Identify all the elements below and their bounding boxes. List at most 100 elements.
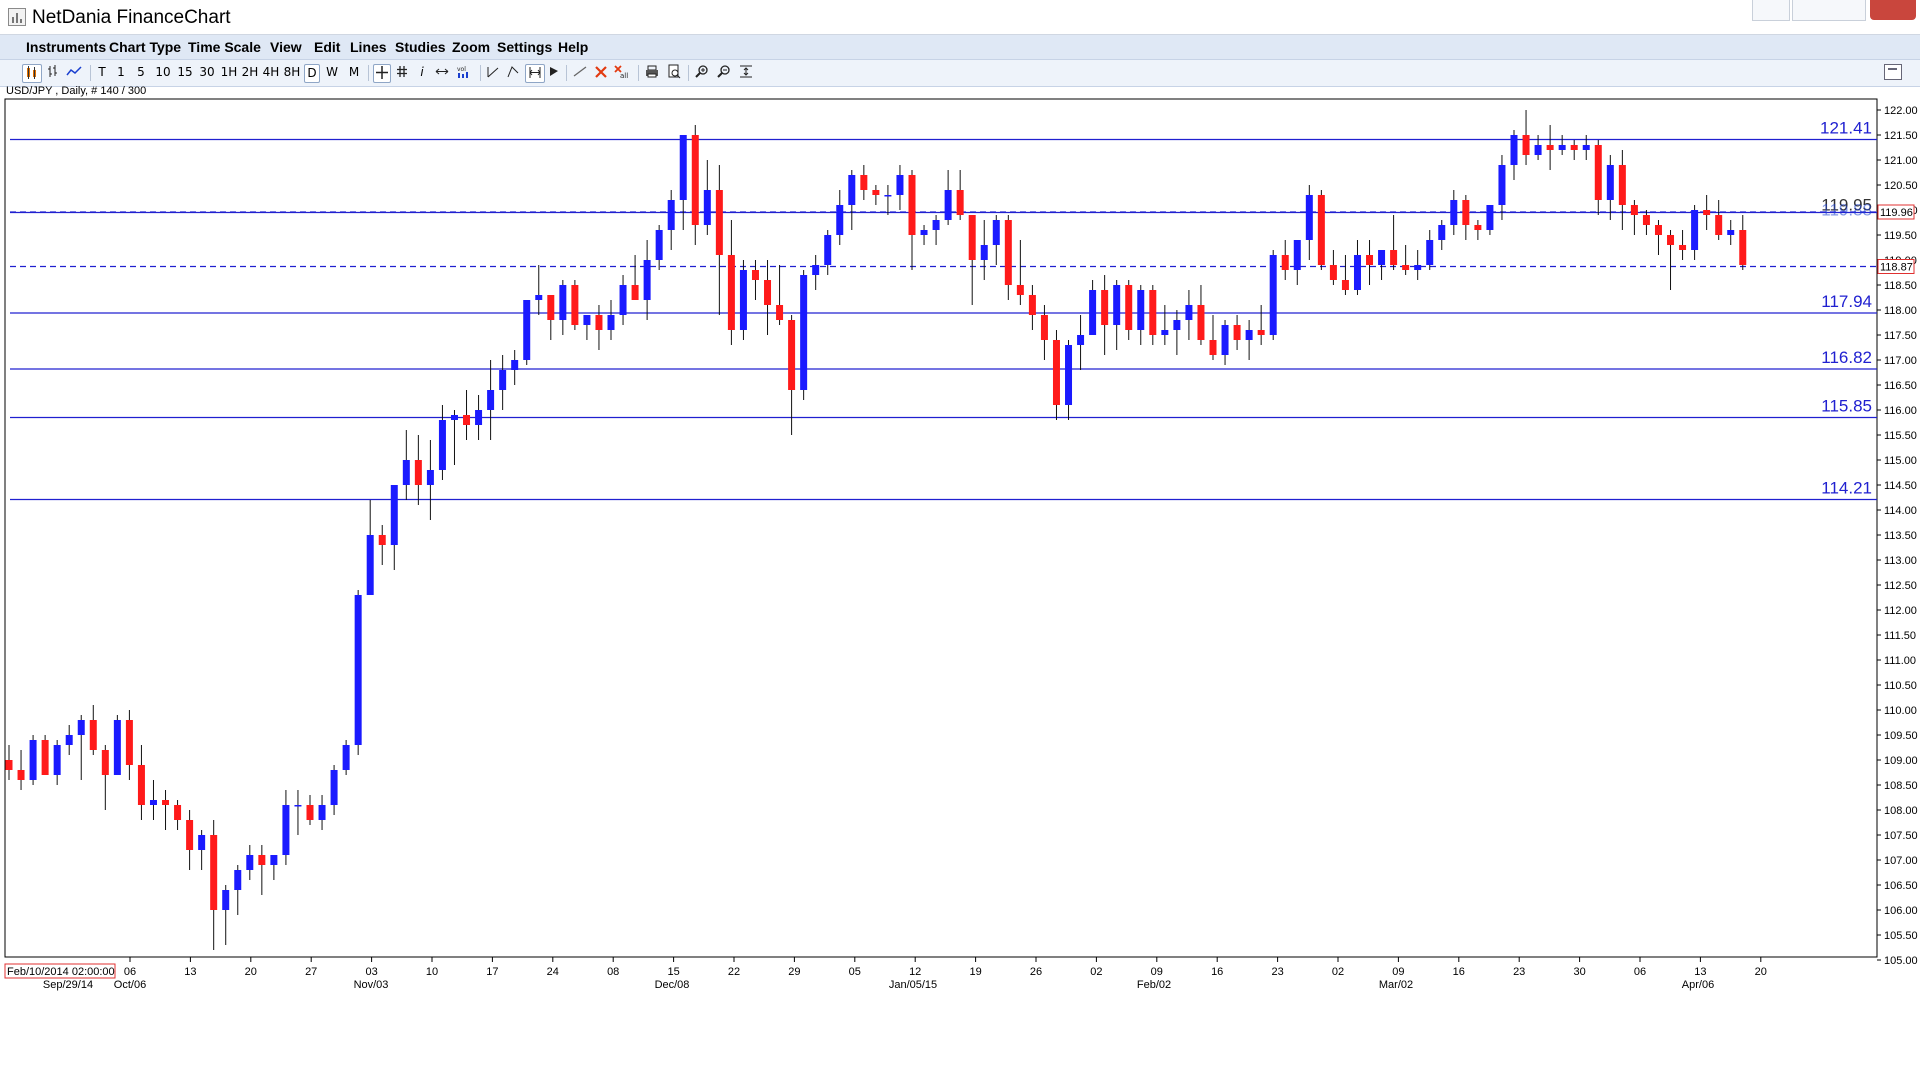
candle bbox=[1209, 315, 1217, 360]
price-tick-label: 109.00 bbox=[1884, 755, 1918, 767]
candle-body bbox=[1582, 145, 1590, 150]
candle-body bbox=[1257, 330, 1265, 335]
candle-body bbox=[65, 735, 73, 745]
candle-body bbox=[944, 190, 952, 220]
candle-body bbox=[607, 315, 615, 330]
date-tick-label: 24 bbox=[547, 966, 559, 978]
date-period-label: Apr/06 bbox=[1682, 979, 1714, 991]
candle bbox=[1125, 280, 1133, 340]
candle bbox=[607, 300, 615, 340]
candle bbox=[1101, 275, 1109, 355]
date-tick-label: 17 bbox=[486, 966, 498, 978]
candle bbox=[1522, 110, 1530, 165]
candle-body bbox=[1378, 250, 1386, 265]
candle bbox=[583, 315, 591, 340]
candle bbox=[1570, 140, 1578, 160]
candle-body bbox=[932, 220, 940, 230]
candle bbox=[222, 885, 230, 945]
candle bbox=[547, 295, 555, 340]
candle bbox=[354, 590, 362, 755]
candle-body bbox=[1534, 145, 1542, 155]
candle bbox=[619, 275, 627, 325]
candle bbox=[1221, 320, 1229, 365]
candle-body bbox=[595, 315, 603, 330]
candle bbox=[499, 355, 507, 410]
candle-body bbox=[511, 360, 519, 370]
price-tick-label: 105.00 bbox=[1884, 955, 1918, 967]
candle bbox=[186, 810, 194, 870]
date-tick-label: 13 bbox=[184, 966, 196, 978]
candle-body bbox=[1317, 195, 1325, 265]
candle bbox=[1474, 220, 1482, 240]
candle-body bbox=[1149, 290, 1157, 335]
candle-body bbox=[1077, 335, 1085, 345]
price-tick-label: 121.50 bbox=[1884, 130, 1918, 142]
date-tick-label: 06 bbox=[124, 966, 136, 978]
candle bbox=[1679, 230, 1687, 260]
candle-body bbox=[1028, 295, 1036, 315]
candle-body bbox=[872, 190, 880, 195]
candle-body bbox=[210, 835, 218, 910]
candle-body bbox=[1341, 280, 1349, 290]
candle bbox=[1305, 185, 1313, 260]
candle bbox=[980, 220, 988, 280]
candle bbox=[920, 225, 928, 245]
price-tick-label: 117.00 bbox=[1884, 355, 1917, 367]
candle bbox=[149, 780, 157, 820]
candle-body bbox=[1293, 240, 1301, 270]
candle bbox=[1161, 305, 1169, 345]
candle-body bbox=[366, 535, 374, 595]
candle-body bbox=[390, 485, 398, 545]
candle bbox=[366, 500, 374, 595]
candle bbox=[1450, 190, 1458, 235]
candle bbox=[270, 855, 278, 880]
candle bbox=[739, 260, 747, 340]
candle bbox=[1197, 285, 1205, 345]
candle bbox=[402, 430, 410, 500]
price-axis: 122.00121.50121.00120.50120.00119.50119.… bbox=[1877, 105, 1918, 967]
candle-body bbox=[1654, 225, 1662, 235]
price-tick-label: 110.50 bbox=[1884, 680, 1917, 692]
candle bbox=[1715, 200, 1723, 240]
date-tick-label: 23 bbox=[1513, 966, 1525, 978]
candle-body bbox=[523, 300, 531, 360]
price-tick-label: 115.00 bbox=[1884, 455, 1917, 467]
candle-body bbox=[41, 740, 49, 775]
candle bbox=[89, 705, 97, 755]
candle bbox=[1185, 290, 1193, 340]
candle-body bbox=[1173, 320, 1181, 330]
candle bbox=[1582, 135, 1590, 160]
candle bbox=[992, 215, 1000, 265]
candle-body bbox=[1040, 315, 1048, 340]
candle-body bbox=[1691, 210, 1699, 250]
candle-body bbox=[860, 175, 868, 190]
candle bbox=[1546, 125, 1554, 170]
candle bbox=[1329, 250, 1337, 285]
date-tick-label: 09 bbox=[1151, 966, 1163, 978]
candle-body bbox=[715, 190, 723, 255]
candle bbox=[1558, 135, 1566, 155]
candle bbox=[5, 745, 13, 780]
candle-body bbox=[17, 770, 25, 780]
candle bbox=[1353, 240, 1361, 295]
candle bbox=[1486, 205, 1494, 235]
price-tick-label: 117.50 bbox=[1884, 330, 1917, 342]
price-chart[interactable]: 121.41117.94116.82115.85114.21119.95119.… bbox=[0, 0, 1920, 1080]
candle-body bbox=[1197, 305, 1205, 340]
candle bbox=[1630, 200, 1638, 235]
candle-body bbox=[1570, 145, 1578, 150]
candle bbox=[330, 765, 338, 815]
candle bbox=[944, 170, 952, 225]
candle-body bbox=[29, 740, 37, 780]
candle-body bbox=[475, 410, 483, 425]
candle-body bbox=[1546, 145, 1554, 150]
candle bbox=[848, 170, 856, 230]
candle bbox=[426, 440, 434, 520]
candle-body bbox=[1715, 215, 1723, 235]
candle bbox=[511, 350, 519, 385]
candle-body bbox=[125, 720, 133, 765]
candle-body bbox=[1474, 225, 1482, 230]
candle-body bbox=[1125, 285, 1133, 330]
candle bbox=[53, 740, 61, 785]
candle-body bbox=[1004, 220, 1012, 285]
